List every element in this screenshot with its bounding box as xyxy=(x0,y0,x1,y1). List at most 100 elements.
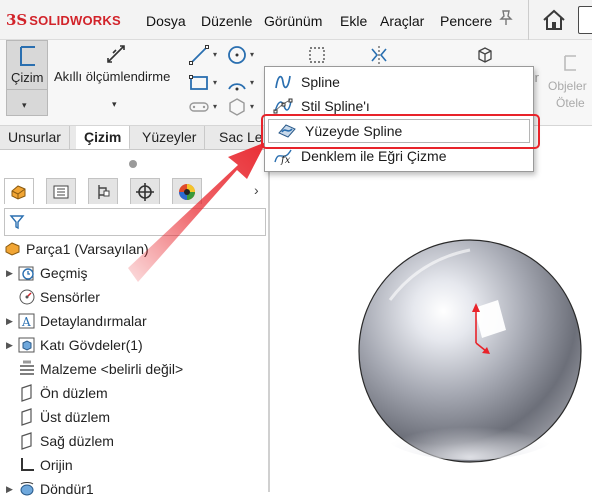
line-dropdown-icon[interactable]: ▾ xyxy=(213,50,217,59)
tree-item-label: Katı Gövdeler(1) xyxy=(40,337,143,353)
smart-dimension-dropdown-icon[interactable]: ▾ xyxy=(112,99,117,110)
sketch-dropdown-icon[interactable]: ▾ xyxy=(22,100,27,111)
filter-icon xyxy=(9,215,25,230)
plane-icon xyxy=(18,432,36,450)
construction-geometry-icon[interactable] xyxy=(306,44,328,66)
polygon-dropdown-icon[interactable]: ▾ xyxy=(250,102,254,111)
menu-duzenle[interactable]: Düzenle xyxy=(201,13,252,29)
new-document-icon[interactable] xyxy=(578,6,592,34)
tree-item-label: Sensörler xyxy=(40,289,100,305)
appearance-icon xyxy=(179,183,195,200)
command-tabs: Unsurlar Çizim Yüzeyler Sac Le xyxy=(0,126,264,150)
tree-item-origin[interactable]: Orijin xyxy=(6,454,73,476)
plane-icon xyxy=(18,384,36,402)
sketch-button[interactable]: Çizim ▾ xyxy=(6,40,48,116)
slot-dropdown-icon[interactable]: ▾ xyxy=(213,102,217,111)
smart-dimension-button[interactable]: Akıllı ölçümlendirme ▾ xyxy=(52,40,180,116)
feature-tree-icon xyxy=(11,184,26,200)
menu-ekle[interactable]: Ekle xyxy=(340,13,367,29)
crosshair-icon xyxy=(136,182,154,201)
style-spline-icon xyxy=(273,96,293,116)
menu-dosya[interactable]: Dosya xyxy=(146,13,186,29)
tree-item-right-plane[interactable]: Sağ düzlem xyxy=(6,430,114,452)
revolve-icon xyxy=(18,480,36,498)
home-icon[interactable] xyxy=(540,6,568,34)
configuration-manager-tab[interactable] xyxy=(88,178,118,204)
sketch-button-label: Çizim xyxy=(11,70,44,85)
rectangle-dropdown-icon[interactable]: ▾ xyxy=(213,78,217,87)
menu-item-label: Spline xyxy=(301,74,340,90)
mirror-entities-icon[interactable] xyxy=(368,44,390,66)
move-entities-label[interactable]: Objeler Ötele xyxy=(548,78,587,112)
menu-pencere[interactable]: Pencere xyxy=(440,13,492,29)
tab-unsurlar[interactable]: Unsurlar xyxy=(0,126,70,149)
equation-curve-icon: fx xyxy=(273,146,293,166)
feature-manager-tabs: › xyxy=(0,178,268,206)
part-icon xyxy=(4,240,22,258)
objects-label-line-1: Objeler xyxy=(548,79,587,93)
smart-dimension-icon xyxy=(107,45,125,63)
menu-item-spline[interactable]: Spline xyxy=(265,70,533,94)
feature-manager-panel: › Parça1 (Varsayılan) ▶ Geçmiş Sensörler… xyxy=(0,150,268,497)
tree-item-label: Orijin xyxy=(40,457,73,473)
tree-item-label: Detaylandırmalar xyxy=(40,313,147,329)
pin-icon[interactable] xyxy=(499,10,513,29)
expand-icon[interactable]: ▶ xyxy=(6,262,18,284)
tree-item-label: Döndür1 xyxy=(40,481,94,497)
slot-icon[interactable] xyxy=(188,96,210,118)
tab-cizim[interactable]: Çizim xyxy=(76,126,131,149)
solidworks-logo[interactable]: 3S SOLIDWORKS xyxy=(6,11,121,29)
origin-icon xyxy=(18,456,36,474)
smart-dimension-label: Akıllı ölçümlendirme xyxy=(54,69,171,84)
graphics-area[interactable] xyxy=(270,150,592,492)
dimxpert-tab[interactable] xyxy=(130,178,160,204)
brand-name: SOLIDWORKS xyxy=(29,12,121,28)
3d-sketch-icon[interactable] xyxy=(474,44,496,66)
tree-item-history[interactable]: ▶ Geçmiş xyxy=(6,262,87,284)
tab-sac-levha[interactable]: Sac Le xyxy=(211,126,264,149)
property-list-icon xyxy=(53,185,69,198)
polygon-icon[interactable] xyxy=(226,96,248,118)
tree-item-sensors[interactable]: Sensörler xyxy=(6,286,100,308)
highlight-box xyxy=(261,114,540,149)
tree-item-revolve[interactable]: ▶ Döndür1 xyxy=(6,478,94,500)
title-separator xyxy=(528,0,529,40)
line-icon[interactable] xyxy=(188,44,210,66)
tab-yuzeyler[interactable]: Yüzeyler xyxy=(134,126,206,149)
history-icon xyxy=(18,264,36,282)
expand-icon[interactable]: ▶ xyxy=(6,334,18,356)
tree-item-label: Üst düzlem xyxy=(40,409,111,425)
move-entities-icon[interactable] xyxy=(560,52,582,74)
circle-dropdown-icon[interactable]: ▾ xyxy=(250,50,254,59)
title-bar: 3S SOLIDWORKS Dosya Düzenle Görünüm Ekle… xyxy=(0,0,592,40)
tree-item-material[interactable]: Malzeme <belirli değil> xyxy=(6,358,183,380)
rectangle-icon[interactable] xyxy=(188,72,210,94)
menu-item-label: Denklem ile Eğri Çizme xyxy=(301,148,447,164)
tree-item-front-plane[interactable]: Ön düzlem xyxy=(6,382,108,404)
menu-araclar[interactable]: Araçlar xyxy=(380,13,424,29)
solid-bodies-icon xyxy=(18,336,36,354)
tree-root-part[interactable]: Parça1 (Varsayılan) xyxy=(4,238,149,260)
arc-dropdown-icon[interactable]: ▾ xyxy=(250,78,254,87)
panel-collapse-handle[interactable] xyxy=(129,160,137,168)
tree-item-top-plane[interactable]: Üst düzlem xyxy=(6,406,110,428)
expand-icon[interactable]: ▶ xyxy=(6,478,18,500)
tree-item-label: Geçmiş xyxy=(40,265,88,281)
menu-gorunum[interactable]: Görünüm xyxy=(264,13,322,29)
display-manager-tab[interactable] xyxy=(172,178,202,204)
property-manager-tab[interactable] xyxy=(46,178,76,204)
tree-item-label: Malzeme <belirli değil> xyxy=(40,361,184,377)
arc-icon[interactable] xyxy=(226,72,248,94)
svg-text:A: A xyxy=(21,315,31,329)
sphere-model[interactable] xyxy=(270,150,592,492)
plane-icon xyxy=(18,408,36,426)
circle-icon[interactable] xyxy=(226,44,248,66)
expand-icon[interactable]: ▶ xyxy=(6,310,18,332)
chevron-right-icon[interactable]: › xyxy=(254,182,259,198)
tree-filter-box[interactable] xyxy=(4,208,266,236)
tree-item-annotations[interactable]: ▶ A Detaylandırmalar xyxy=(6,310,147,332)
sketch-icon xyxy=(20,46,35,66)
feature-tree-tab[interactable] xyxy=(4,178,34,204)
menu-item-label: Stil Spline'ı xyxy=(301,98,370,114)
tree-item-solid-bodies[interactable]: ▶ Katı Gövdeler(1) xyxy=(6,334,143,356)
